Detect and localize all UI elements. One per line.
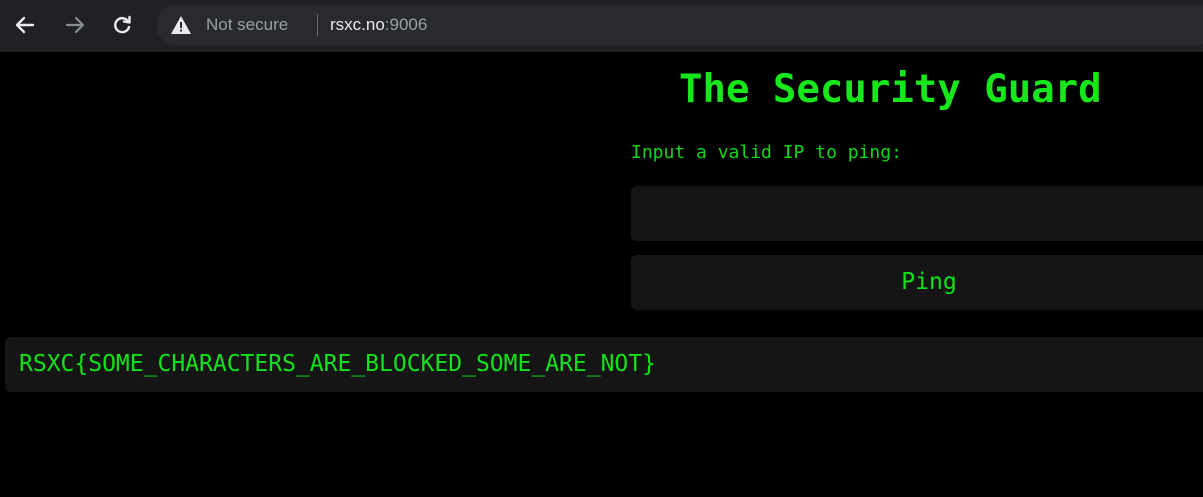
page-content: The Security Guard Input a valid IP to p…: [0, 52, 1203, 497]
result-output: RSXC{SOME_CHARACTERS_ARE_BLOCKED_SOME_AR…: [5, 337, 1203, 392]
url-port: :9006: [384, 15, 428, 34]
security-status-label[interactable]: Not secure: [206, 15, 288, 35]
result-text: RSXC{SOME_CHARACTERS_ARE_BLOCKED_SOME_AR…: [19, 351, 656, 377]
address-divider: [317, 14, 318, 36]
address-bar[interactable]: Not secure rsxc.no:9006: [156, 5, 1203, 45]
reload-icon[interactable]: [107, 10, 137, 40]
warning-triangle-icon[interactable]: [170, 15, 192, 35]
ip-input-label: Input a valid IP to ping:: [631, 142, 902, 163]
url-text[interactable]: rsxc.no:9006: [330, 15, 427, 35]
page-title: The Security Guard: [679, 67, 1102, 112]
url-host: rsxc.no: [330, 15, 385, 34]
ip-input[interactable]: [631, 186, 1203, 241]
ping-button[interactable]: Ping: [631, 255, 1203, 310]
arrow-left-icon[interactable]: [10, 10, 40, 40]
arrow-right-icon[interactable]: [60, 10, 90, 40]
browser-toolbar: Not secure rsxc.no:9006: [0, 0, 1203, 52]
ping-button-label: Ping: [901, 269, 957, 295]
